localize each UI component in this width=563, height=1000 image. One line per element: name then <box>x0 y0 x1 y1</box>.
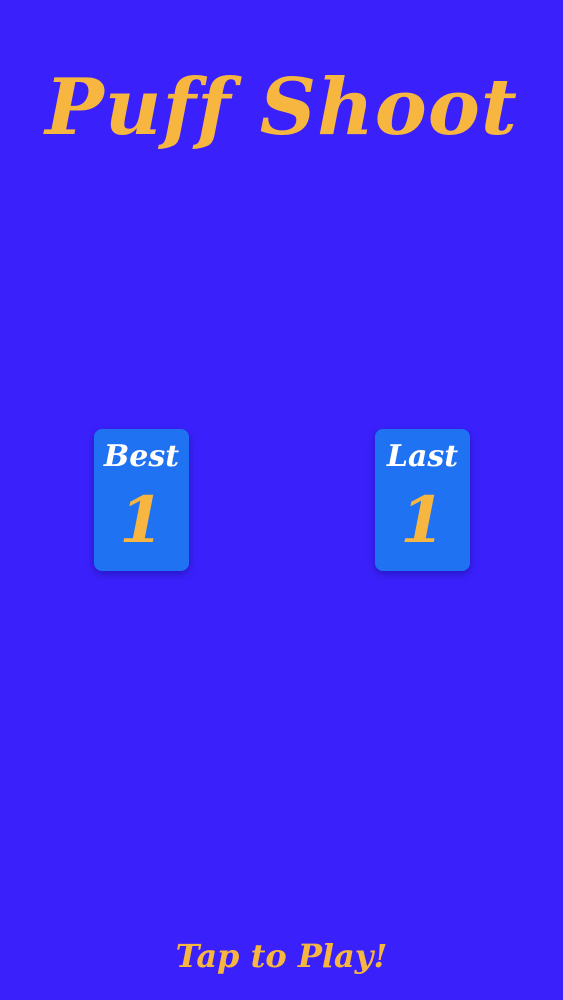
best-score-card: Best 1 <box>94 429 189 571</box>
last-score-card: Last 1 <box>375 429 470 571</box>
game-title: Puff Shoot <box>45 62 518 153</box>
best-score-label: Best <box>103 439 180 474</box>
last-score-value: 1 <box>400 483 445 558</box>
last-score-label: Last <box>386 439 459 474</box>
best-score-value: 1 <box>119 483 164 558</box>
tap-to-play-button[interactable]: Tap to Play! <box>0 932 563 980</box>
